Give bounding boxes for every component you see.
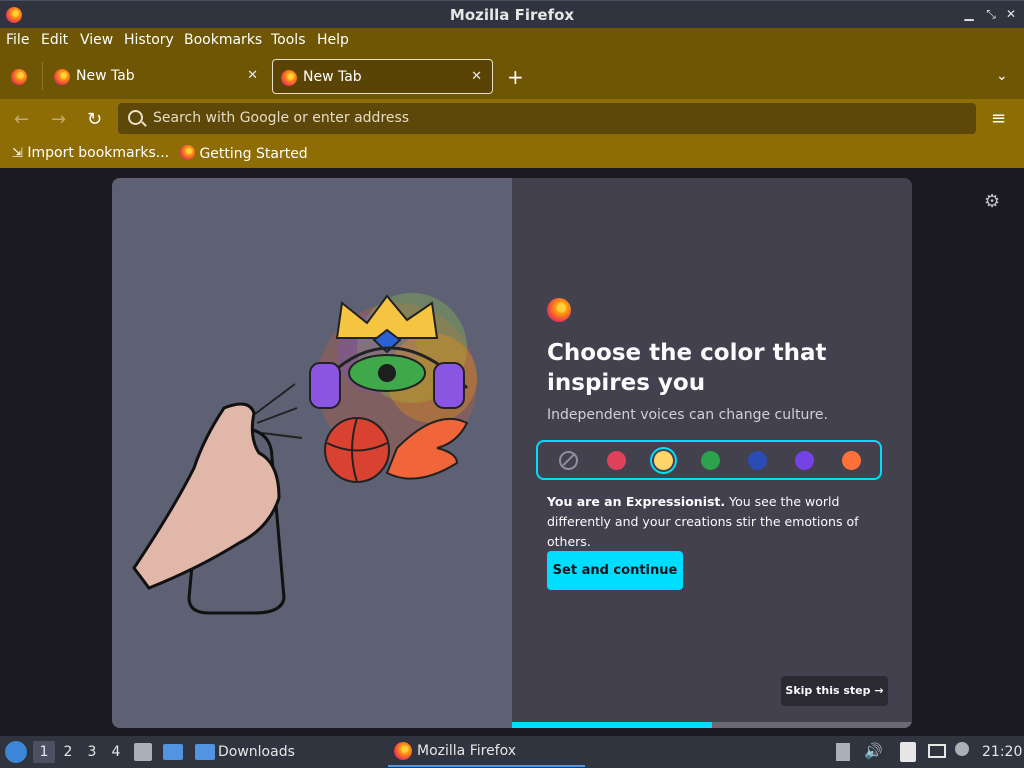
taskbar-firefox-window[interactable]: Mozilla Firefox: [388, 736, 585, 767]
taskbar-downloads[interactable]: Downloads: [218, 744, 295, 760]
minimize-icon[interactable]: ▁: [962, 7, 976, 21]
tab-strip: New Tab ✕ New Tab ✕ + ⌄: [0, 54, 1024, 99]
slash-icon: [562, 453, 575, 467]
menu-help[interactable]: Help: [317, 32, 349, 48]
clipboard-icon[interactable]: [900, 742, 916, 762]
description: You are an Expressionist. You see the wo…: [547, 492, 892, 552]
menubar: File Edit View History Bookmarks Tools H…: [0, 28, 1024, 54]
menu-tools[interactable]: Tools: [271, 32, 306, 48]
firefox-icon: [281, 70, 297, 86]
color-swatch-orange[interactable]: [842, 451, 861, 470]
color-swatch-purple[interactable]: [795, 451, 814, 470]
persona-title: You are an Expressionist.: [547, 494, 726, 509]
firefox-icon: [54, 69, 70, 85]
color-swatch-yellow[interactable]: [654, 451, 673, 470]
close-window-icon[interactable]: ✕: [1004, 7, 1018, 21]
spray-can-illustration: [132, 293, 477, 615]
clock: 21:20: [982, 744, 1023, 760]
set-and-continue-button[interactable]: Set and continue: [547, 551, 683, 590]
tab-label: New Tab: [303, 69, 362, 85]
color-swatch-none[interactable]: [559, 451, 578, 470]
color-picker: [536, 440, 882, 480]
skip-step-button[interactable]: Skip this step →: [781, 676, 888, 706]
color-swatch-red[interactable]: [607, 451, 626, 470]
import-icon: ⇲: [12, 146, 23, 161]
firefox-icon: [180, 145, 195, 160]
firefox-logo-icon: [547, 298, 571, 322]
headline: Choose the color that inspires you: [547, 340, 827, 396]
color-swatch-blue[interactable]: [748, 451, 767, 470]
hamburger-menu-icon[interactable]: ≡: [991, 108, 1006, 129]
network-icon[interactable]: [928, 744, 946, 758]
tab-label: New Tab: [76, 68, 135, 84]
bookmark-import[interactable]: ⇲ Import bookmarks...: [12, 145, 169, 161]
progress-fill: [512, 722, 712, 728]
close-tab-icon[interactable]: ✕: [471, 69, 482, 84]
illustration-panel: [112, 178, 512, 728]
list-all-tabs-chevron-icon[interactable]: ⌄: [996, 68, 1008, 84]
desktop-icon[interactable]: [163, 744, 183, 760]
menu-history[interactable]: History: [124, 32, 174, 48]
menu-file[interactable]: File: [6, 32, 29, 48]
content-panel: Choose the color that inspires you Indep…: [512, 178, 912, 728]
menu-view[interactable]: View: [80, 32, 113, 48]
restore-icon[interactable]: ⤡: [984, 7, 998, 22]
volume-icon[interactable]: 🔊: [864, 742, 883, 760]
tab-separator: [42, 62, 43, 90]
address-bar-placeholder: Search with Google or enter address: [153, 110, 410, 126]
forward-arrow-icon[interactable]: →: [51, 109, 66, 130]
address-bar[interactable]: Search with Google or enter address: [118, 103, 976, 134]
workspace-1[interactable]: 1: [33, 741, 55, 763]
menu-edit[interactable]: Edit: [41, 32, 68, 48]
navigation-toolbar: ← → ↻ Search with Google or enter addres…: [0, 99, 1024, 139]
workspace-2[interactable]: 2: [57, 741, 79, 763]
subtitle: Independent voices can change culture.: [547, 407, 828, 423]
search-icon: [128, 110, 143, 125]
close-tab-icon[interactable]: ✕: [247, 68, 258, 83]
taskbar-app-label: Mozilla Firefox: [417, 743, 517, 759]
gear-icon[interactable]: ⚙: [984, 191, 1000, 212]
bookmark-getting-started[interactable]: Getting Started: [180, 145, 308, 162]
page-content: ⚙ Choose the color that inspires you Ind…: [0, 168, 1024, 736]
menu-bookmarks[interactable]: Bookmarks: [184, 32, 262, 48]
bookmark-label: Getting Started: [199, 146, 308, 162]
bookmarks-toolbar: ⇲ Import bookmarks... Getting Started: [0, 139, 1024, 168]
folder-icon: [195, 744, 215, 760]
bookmark-label: Import bookmarks...: [27, 145, 170, 161]
back-arrow-icon[interactable]: ←: [14, 109, 29, 130]
start-menu-icon[interactable]: [5, 741, 27, 763]
color-swatch-green[interactable]: [701, 451, 720, 470]
reload-icon[interactable]: ↻: [87, 109, 102, 130]
notification-icon[interactable]: [955, 742, 969, 756]
firefox-icon: [394, 742, 412, 760]
onboarding-card: Choose the color that inspires you Indep…: [112, 178, 912, 728]
workspace-3[interactable]: 3: [81, 741, 103, 763]
tab-new-tab-2[interactable]: New Tab ✕: [272, 59, 493, 94]
tab-new-tab-1[interactable]: New Tab ✕: [46, 59, 268, 94]
new-tab-plus-icon[interactable]: +: [507, 65, 524, 89]
workspace-4[interactable]: 4: [105, 741, 127, 763]
notes-icon[interactable]: [836, 743, 850, 761]
file-manager-icon[interactable]: [134, 743, 152, 761]
window-titlebar: Mozilla Firefox ▁ ⤡ ✕: [0, 0, 1024, 28]
taskbar: 1 2 3 4 Downloads Mozilla Firefox 🔊 21:2…: [0, 736, 1024, 768]
window-title: Mozilla Firefox: [449, 6, 575, 24]
firefox-view-icon[interactable]: [11, 69, 27, 85]
